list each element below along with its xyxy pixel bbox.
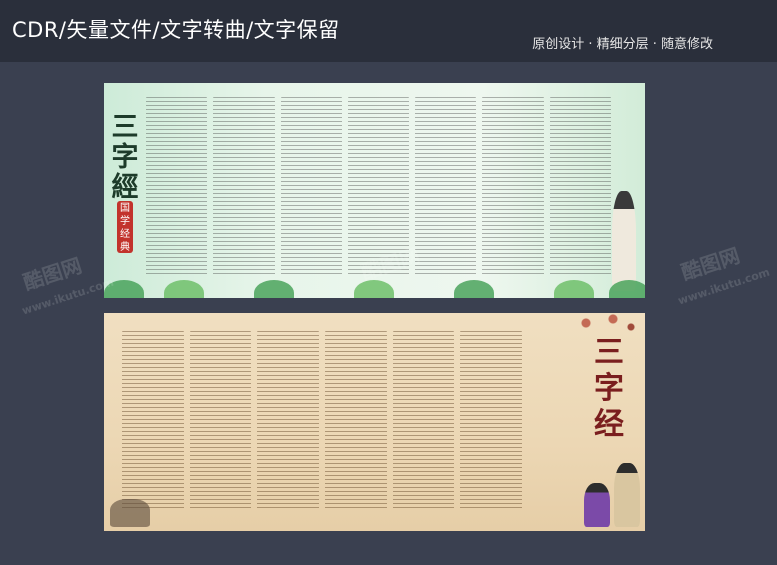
plum-blossom-decoration xyxy=(559,313,645,343)
teacher-figure xyxy=(614,463,640,527)
grass-decoration xyxy=(164,280,204,298)
text-column xyxy=(460,331,523,511)
text-column xyxy=(146,97,208,277)
text-column xyxy=(392,331,455,511)
text-column xyxy=(257,331,320,511)
text-column xyxy=(482,97,544,277)
text-column xyxy=(280,97,342,277)
text-column xyxy=(325,331,387,511)
grass-decoration xyxy=(254,280,294,298)
top-bar: CDR/矢量文件/文字转曲/文字保留 原创设计 · 精细分层 · 随意修改 xyxy=(0,0,777,62)
beige-poster-panel: 三字经 xyxy=(104,313,645,531)
page-subtitle: 原创设计 · 精细分层 · 随意修改 xyxy=(532,37,713,52)
beige-poster-text-columns xyxy=(122,331,523,511)
text-column xyxy=(122,331,184,511)
text-column xyxy=(549,97,611,277)
children-reading-figure xyxy=(584,483,610,527)
text-column xyxy=(189,331,252,511)
green-poster-title: 三字經 xyxy=(111,112,139,203)
page-title: CDR/矢量文件/文字转曲/文字保留 xyxy=(12,18,340,42)
green-poster-seal: 国学经典 xyxy=(117,201,133,253)
text-column xyxy=(213,97,275,277)
text-column xyxy=(415,97,477,277)
grass-decoration xyxy=(454,280,494,298)
scholar-figure xyxy=(612,191,636,291)
grass-decoration xyxy=(554,280,594,298)
grass-decoration xyxy=(609,280,645,298)
beige-poster-title: 三字经 xyxy=(594,335,624,442)
bonsai-decoration xyxy=(110,499,150,527)
